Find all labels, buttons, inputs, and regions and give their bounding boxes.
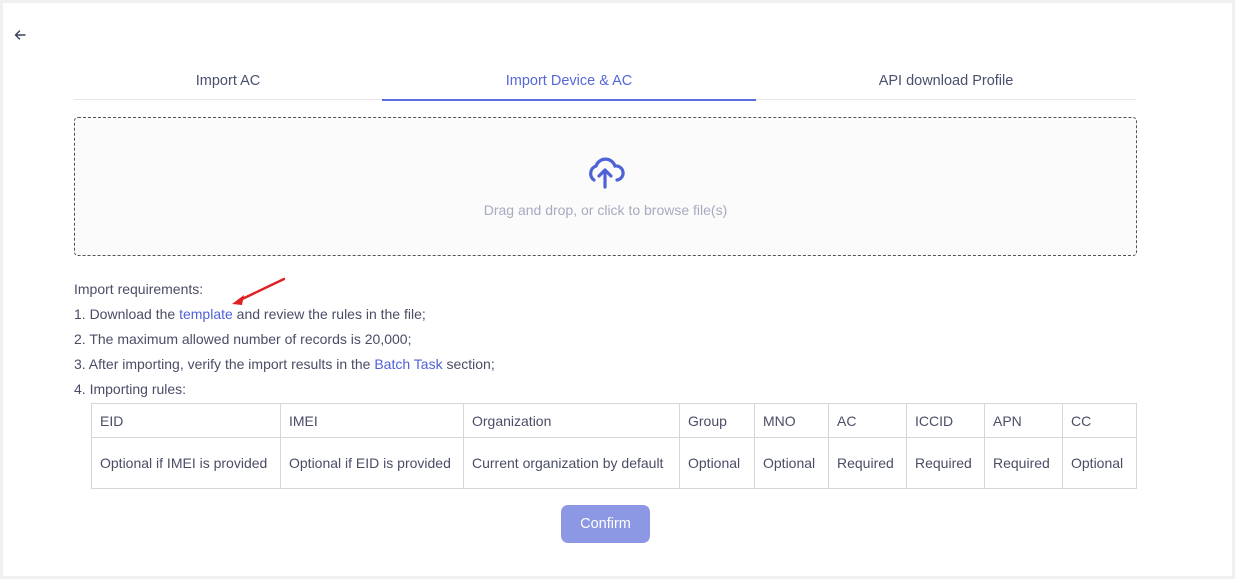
header-organization: Organization	[463, 403, 680, 438]
back-button[interactable]	[12, 26, 28, 44]
table-row: Optional if IMEI is provided Optional if…	[91, 437, 1137, 489]
header-mno: MNO	[754, 403, 829, 438]
requirement-3: 3. After importing, verify the import re…	[74, 352, 495, 377]
cell-cc: Optional	[1062, 437, 1137, 489]
requirement-1-prefix: 1. Download the	[74, 306, 180, 322]
tab-import-device-ac[interactable]: Import Device & AC	[382, 62, 756, 101]
cell-group: Optional	[679, 437, 755, 489]
cell-iccid: Required	[906, 437, 985, 489]
header-cc: CC	[1062, 403, 1137, 438]
annotation-arrow-icon	[232, 277, 286, 305]
requirement-3-prefix: 3. After importing, verify the import re…	[74, 356, 375, 372]
cloud-upload-icon	[589, 157, 625, 189]
tab-api-download-profile[interactable]: API download Profile	[756, 62, 1136, 100]
header-group: Group	[679, 403, 755, 438]
batch-task-link[interactable]: Batch Task	[374, 356, 442, 372]
cell-mno: Optional	[754, 437, 829, 489]
dropzone-hint: Drag and drop, or click to browse file(s…	[483, 202, 728, 218]
requirement-4: 4. Importing rules:	[74, 381, 187, 397]
arrow-left-icon	[14, 30, 26, 40]
header-apn: APN	[984, 403, 1063, 438]
header-iccid: ICCID	[906, 403, 985, 438]
import-tabs: Import AC Import Device & AC API downloa…	[74, 62, 1136, 101]
template-link[interactable]: template	[179, 306, 233, 322]
cell-eid: Optional if IMEI is provided	[91, 437, 281, 489]
header-imei: IMEI	[280, 403, 464, 438]
requirement-2: 2. The maximum allowed number of records…	[74, 331, 412, 347]
cell-organization: Current organization by default	[463, 437, 680, 489]
requirement-3-suffix: section;	[442, 356, 495, 372]
cell-apn: Required	[984, 437, 1063, 489]
cell-imei: Optional if EID is provided	[280, 437, 464, 489]
cell-ac: Required	[828, 437, 907, 489]
header-eid: EID	[91, 403, 281, 438]
header-ac: AC	[828, 403, 907, 438]
table-header-row: EID IMEI Organization Group MNO AC ICCID…	[91, 403, 1137, 438]
importing-rules-table: EID IMEI Organization Group MNO AC ICCID…	[91, 403, 1137, 489]
tab-import-ac[interactable]: Import AC	[74, 62, 382, 100]
confirm-button[interactable]: Confirm	[561, 505, 650, 543]
requirement-1-suffix: and review the rules in the file;	[232, 306, 426, 322]
